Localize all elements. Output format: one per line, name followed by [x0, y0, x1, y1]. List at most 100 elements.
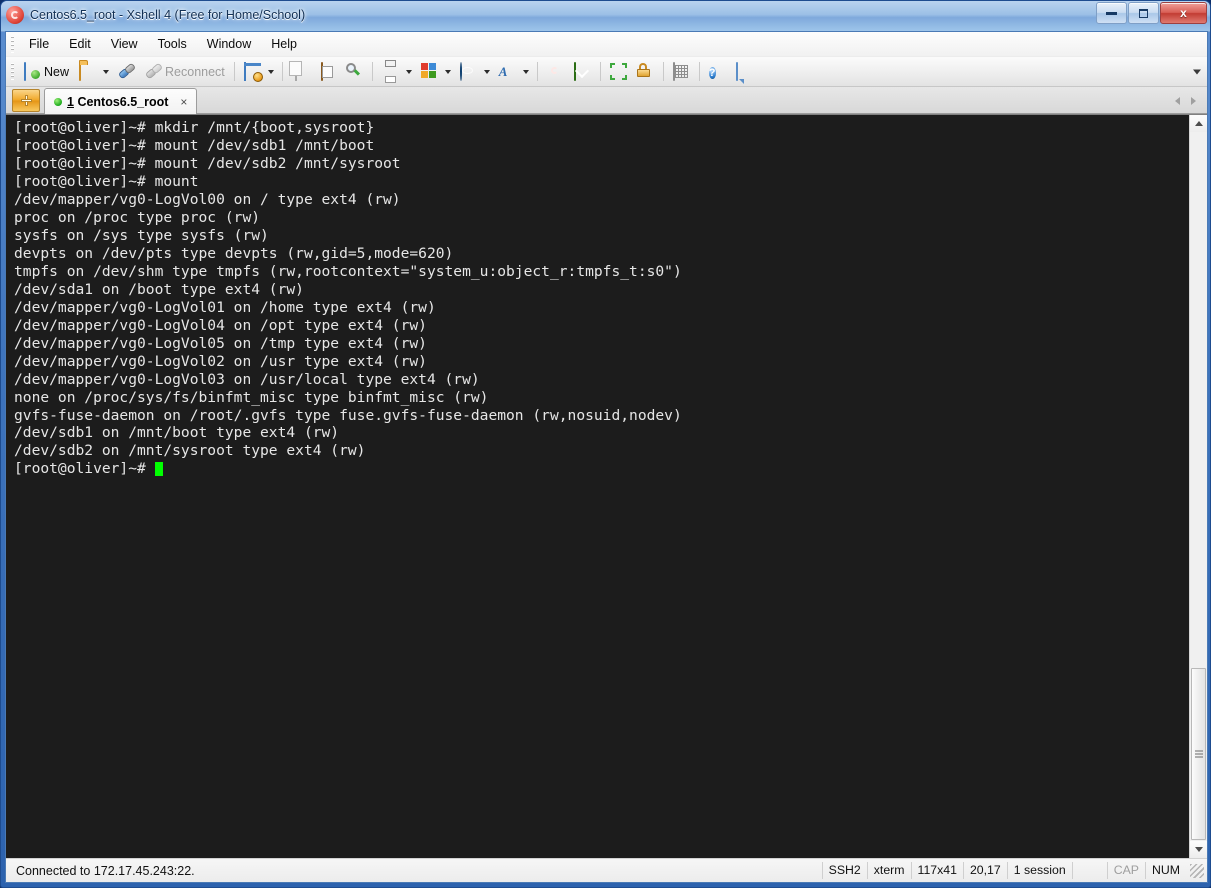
tab-close-icon[interactable]: ×	[177, 96, 190, 108]
menu-help[interactable]: Help	[261, 34, 307, 55]
tab-status-dot-icon	[54, 97, 62, 106]
scroll-down-arrow-icon[interactable]	[1190, 841, 1207, 858]
session-properties-icon	[243, 62, 261, 81]
terminal-line: [root@oliver]~# mkdir /mnt/{boot,sysroot…	[14, 119, 375, 136]
xftp-button[interactable]	[570, 59, 595, 85]
lock-icon	[637, 63, 654, 80]
paste-icon	[319, 62, 336, 81]
terminal-line: /dev/mapper/vg0-LogVol04 on /opt type ex…	[14, 316, 427, 334]
session-properties-button[interactable]	[240, 59, 265, 85]
terminal-line: /dev/mapper/vg0-LogVol00 on / type ext4 …	[14, 190, 401, 208]
connect-button[interactable]	[114, 59, 139, 85]
terminal-line: [root@oliver]~# mount /dev/sdb1 /mnt/boo…	[14, 136, 375, 154]
menu-edit[interactable]: Edit	[59, 34, 101, 55]
tab-centos65-root[interactable]: 1 Centos6.5_root ×	[44, 88, 198, 114]
terminal-line: /dev/mapper/vg0-LogVol02 on /usr type ex…	[14, 352, 427, 370]
paste-button[interactable]	[315, 59, 340, 85]
print-button[interactable]	[378, 59, 403, 85]
copy-icon	[292, 62, 309, 81]
tab-index: 1	[67, 94, 74, 109]
help-icon: ?	[708, 67, 716, 79]
terminal-line: /dev/sda1 on /boot type ext4 (rw)	[14, 280, 304, 298]
open-session-dropdown-icon[interactable]	[103, 69, 110, 74]
print-dropdown-icon[interactable]	[405, 69, 412, 74]
find-icon	[346, 63, 363, 80]
layout-button[interactable]	[417, 59, 442, 85]
copy-button[interactable]	[288, 59, 313, 85]
tab-scroll-right-icon[interactable]	[1185, 93, 1201, 109]
terminal-output[interactable]: [root@oliver]~# mkdir /mnt/{boot,sysroot…	[6, 115, 1189, 858]
tab-name: Centos6.5_root	[77, 94, 169, 109]
terminal-scrollbar[interactable]	[1189, 115, 1207, 858]
layout-dropdown-icon[interactable]	[444, 69, 451, 74]
menu-file[interactable]: File	[19, 34, 59, 55]
terminal-line: devpts on /dev/pts type devpts (rw,gid=5…	[14, 244, 454, 262]
lock-button[interactable]	[633, 59, 658, 85]
menu-view[interactable]: View	[101, 34, 148, 55]
layout-icon	[420, 63, 438, 80]
scrollbar-thumb[interactable]	[1191, 668, 1206, 840]
status-terminal-type: xterm	[866, 862, 911, 879]
status-protocol: SSH2	[821, 862, 867, 879]
resize-grip-icon[interactable]	[1190, 863, 1204, 878]
toolbar-overflow-icon[interactable]	[1193, 69, 1201, 74]
close-icon: x	[1180, 6, 1187, 20]
font-dropdown-icon[interactable]	[522, 69, 529, 74]
tab-scroll-left-icon[interactable]	[1169, 93, 1185, 109]
minimize-button[interactable]	[1096, 2, 1127, 24]
status-caps-lock: CAP	[1106, 862, 1145, 879]
status-spacer	[1071, 862, 1107, 879]
feedback-button[interactable]	[732, 59, 757, 85]
open-folder-icon	[79, 62, 96, 81]
terminal-line: gvfs-fuse-daemon on /root/.gvfs type fus…	[14, 406, 682, 424]
terminal-line: /dev/mapper/vg0-LogVol01 on /home type e…	[14, 298, 436, 316]
terminal-cursor	[154, 462, 164, 477]
restore-button[interactable]	[1128, 2, 1159, 24]
terminal-area: [root@oliver]~# mkdir /mnt/{boot,sysroot…	[6, 114, 1207, 858]
window-title: Centos6.5_root - Xshell 4 (Free for Home…	[30, 8, 306, 22]
status-num-lock: NUM	[1144, 862, 1186, 879]
open-session-button[interactable]	[75, 59, 100, 85]
encoding-dropdown-icon[interactable]	[483, 69, 490, 74]
reconnect-label: Reconnect	[165, 64, 225, 79]
close-button[interactable]: x	[1160, 2, 1207, 24]
terminal-line: /dev/mapper/vg0-LogVol05 on /tmp type ex…	[14, 334, 427, 352]
connect-plug-icon	[118, 63, 135, 80]
terminal-prompt: [root@oliver]~#	[14, 460, 155, 478]
new-session-icon	[24, 62, 41, 81]
reconnect-button[interactable]: Reconnect	[141, 59, 229, 85]
window-controls: x	[1095, 2, 1207, 24]
font-button[interactable]: A	[495, 59, 520, 85]
terminal-line: /dev/sdb2 on /mnt/sysroot type ext4 (rw)	[14, 442, 366, 460]
menubar-gripper[interactable]	[10, 35, 16, 53]
new-session-button[interactable]: New	[20, 59, 73, 85]
title-bar[interactable]: Centos6.5_root - Xshell 4 (Free for Home…	[1, 1, 1210, 29]
globe-icon	[459, 62, 477, 81]
help-button[interactable]: ?	[705, 59, 730, 85]
terminal-line: sysfs on /sys type sysfs (rw)	[14, 226, 269, 244]
toolbar: New Reconnect A ?	[6, 57, 1207, 87]
menu-window[interactable]: Window	[197, 34, 261, 55]
xshell-logo-icon	[6, 6, 24, 24]
encoding-button[interactable]	[456, 59, 481, 85]
tab-label: 1 Centos6.5_root	[67, 95, 168, 109]
terminal-line: /dev/mapper/vg0-LogVol03 on /usr/local t…	[14, 370, 480, 388]
menu-tools[interactable]: Tools	[148, 34, 197, 55]
status-bar: Connected to 172.17.45.243:22. SSH2 xter…	[6, 858, 1207, 882]
terminal-line: /dev/sdb1 on /mnt/boot type ext4 (rw)	[14, 424, 340, 442]
terminal-line: tmpfs on /dev/shm type tmpfs (rw,rootcon…	[14, 262, 682, 280]
scroll-up-arrow-icon[interactable]	[1190, 115, 1207, 132]
terminal-line: [root@oliver]~# mount	[14, 172, 199, 190]
new-session-label: New	[44, 64, 70, 79]
fullscreen-button[interactable]	[606, 59, 631, 85]
toolbar-gripper[interactable]	[10, 63, 16, 80]
reconnect-plug-icon	[145, 63, 162, 80]
keyboard-button[interactable]	[669, 59, 694, 85]
find-button[interactable]	[342, 59, 367, 85]
new-tab-plus-icon[interactable]	[12, 89, 40, 112]
terminal-prompt-line: [root@oliver]~#	[14, 460, 1189, 478]
xshell-button[interactable]	[543, 59, 568, 85]
application-window: Centos6.5_root - Xshell 4 (Free for Home…	[0, 0, 1211, 888]
session-properties-dropdown-icon[interactable]	[267, 69, 274, 74]
scrollbar-grip-icon	[1194, 750, 1203, 758]
